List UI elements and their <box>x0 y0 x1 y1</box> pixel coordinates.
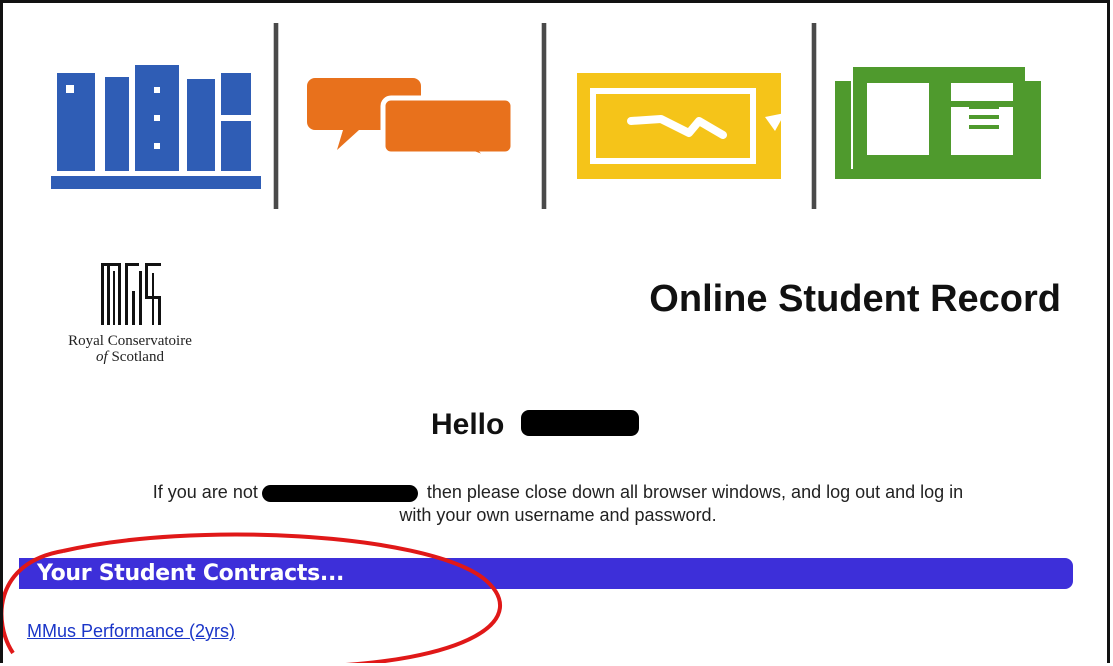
rcs-logo: Royal Conservatoire of Scotland <box>41 261 281 365</box>
logo-name-scotland: Scotland <box>107 349 164 365</box>
chat-bubbles-icon <box>307 78 516 160</box>
notice-line2: with your own username and password. <box>399 505 717 525</box>
logo-name-line2: of Scotland <box>41 349 281 365</box>
contracts-section-header: Your Student Contracts... <box>19 558 1073 589</box>
bookshelf-icon <box>51 65 261 189</box>
greeting: Hello <box>431 408 639 442</box>
redacted-name <box>261 484 418 502</box>
greeting-text: Hello <box>431 408 513 441</box>
open-book-icon <box>835 67 1041 179</box>
header-divider <box>811 23 817 209</box>
page-frame: Royal Conservatoire of Scotland Online S… <box>0 0 1110 663</box>
rcs-logo-mark-icon <box>101 263 161 325</box>
notice-part2: then please close down all browser windo… <box>421 482 964 502</box>
contract-link-mmus-performance[interactable]: MMus Performance (2yrs) <box>27 621 235 642</box>
tablet-signal-icon <box>577 73 785 179</box>
logo-name-of: of <box>96 349 108 365</box>
notice-line1: If you are not then please close down al… <box>3 481 1107 504</box>
notice-part1: If you are not <box>152 482 258 502</box>
identity-notice: If you are not then please close down al… <box>3 481 1107 527</box>
redacted-name <box>520 410 639 437</box>
header-icon-row <box>3 3 1107 223</box>
logo-name-line1: Royal Conservatoire <box>68 333 192 349</box>
header-divider <box>541 23 547 209</box>
page-title: Online Student Record <box>649 278 1061 320</box>
header-divider <box>273 23 279 209</box>
